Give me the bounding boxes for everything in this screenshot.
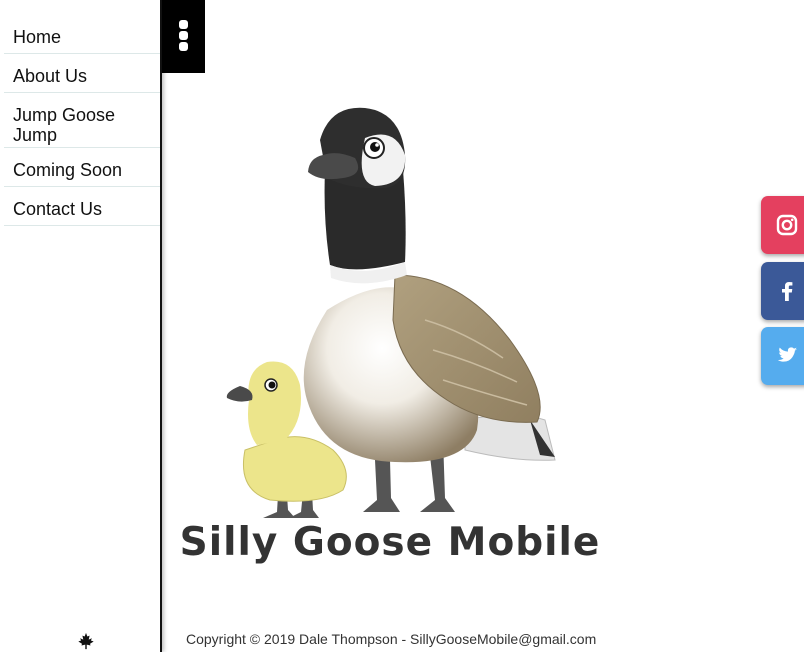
goose-logo-image [226,107,556,518]
twitter-button[interactable] [761,327,804,385]
nav-item-jump-goose-jump[interactable]: Jump Goose Jump [4,93,160,148]
nav-item-coming-soon[interactable]: Coming Soon [4,148,160,187]
twitter-icon [777,347,798,362]
nav-item-home[interactable]: Home [4,0,160,54]
footer-copyright: Copyright © 2019 Dale Thompson - SillyGo… [186,631,597,647]
maple-leaf-icon [78,632,94,650]
facebook-icon [782,282,793,301]
menu-dot-icon [179,42,188,51]
menu-dot-icon [179,20,188,29]
nav-item-about-us[interactable]: About Us [4,54,160,93]
sidebar: Home About Us Jump Goose Jump Coming Soo… [0,0,162,652]
facebook-button[interactable] [761,262,804,320]
nav-item-contact-us[interactable]: Contact Us [4,187,160,226]
menu-toggle-button[interactable] [162,0,205,73]
instagram-icon [776,214,798,236]
instagram-button[interactable] [761,196,804,254]
logo-text: Silly Goose Mobile [179,520,601,565]
menu-dot-icon [179,31,188,40]
nav-list: Home About Us Jump Goose Jump Coming Soo… [0,0,160,226]
